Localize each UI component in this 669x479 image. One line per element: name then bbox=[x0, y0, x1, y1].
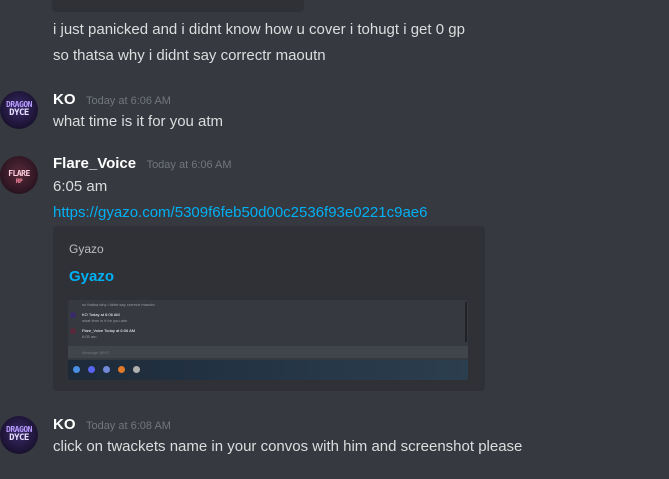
message-text: what time is it for you atm bbox=[53, 113, 224, 130]
thumbnail-icon bbox=[133, 366, 140, 373]
message-text: 6:05 am bbox=[53, 178, 108, 195]
thumbnail-text: Flare_Voice Today at 6:06 AM bbox=[82, 328, 136, 333]
thumbnail-icon bbox=[103, 366, 110, 373]
thumbnail-icon bbox=[118, 366, 125, 373]
message-header: KO Today at 6:08 AM bbox=[53, 416, 171, 434]
thumbnail-text: so thatsa why i didnt say correctr maout… bbox=[82, 302, 155, 307]
username[interactable]: KO bbox=[53, 416, 76, 433]
avatar-text: DYCE bbox=[9, 108, 29, 118]
embed-title[interactable]: Gyazo bbox=[69, 268, 114, 285]
user-avatar-flare-voice[interactable]: FLARE RP bbox=[0, 156, 38, 194]
user-avatar-ko[interactable]: DRAGON DYCE bbox=[0, 91, 38, 129]
embed-provider[interactable]: Gyazo bbox=[69, 242, 104, 256]
thumbnail-avatar bbox=[70, 312, 76, 318]
timestamp: Today at 6:06 AM bbox=[146, 159, 232, 171]
thumbnail-text: KO Today at 6:06 AM bbox=[82, 312, 120, 317]
avatar-text: RP bbox=[15, 178, 23, 185]
thumbnail-avatar bbox=[70, 328, 76, 334]
previous-embed-edge bbox=[52, 0, 304, 12]
embed-thumbnail[interactable]: so thatsa why i didnt say correctr maout… bbox=[68, 300, 468, 380]
thumbnail-text: Message @KO bbox=[82, 350, 110, 355]
thumbnail-text: 6:05 am bbox=[82, 334, 97, 339]
thumbnail-scrollbar bbox=[465, 302, 467, 342]
link-embed: Gyazo Gyazo so thatsa why i didnt say co… bbox=[53, 226, 485, 391]
message-header: KO Today at 6:06 AM bbox=[53, 91, 171, 109]
timestamp: Today at 6:08 AM bbox=[85, 420, 171, 432]
user-avatar-ko[interactable]: DRAGON DYCE bbox=[0, 416, 38, 454]
thumbnail-text: what time is it for you atm bbox=[82, 318, 128, 323]
message-header: Flare_Voice Today at 6:06 AM bbox=[53, 155, 232, 173]
thumbnail-icon bbox=[73, 366, 80, 373]
thumbnail-taskbar bbox=[68, 360, 468, 380]
message-text: i just panicked and i didnt know how u c… bbox=[53, 21, 465, 38]
avatar-text: FLARE bbox=[8, 169, 30, 178]
avatar-text: DYCE bbox=[9, 433, 29, 443]
timestamp: Today at 6:06 AM bbox=[85, 95, 171, 107]
message-text: click on twackets name in your convos wi… bbox=[53, 438, 523, 455]
message-text: so thatsa why i didnt say correctr maout… bbox=[53, 47, 326, 64]
message-link[interactable]: https://gyazo.com/5309f6feb50d00c2536f93… bbox=[53, 204, 427, 221]
thumbnail-icon bbox=[88, 366, 95, 373]
username[interactable]: KO bbox=[53, 91, 76, 108]
username[interactable]: Flare_Voice bbox=[53, 155, 136, 172]
thumbnail-input: Message @KO bbox=[68, 346, 468, 358]
